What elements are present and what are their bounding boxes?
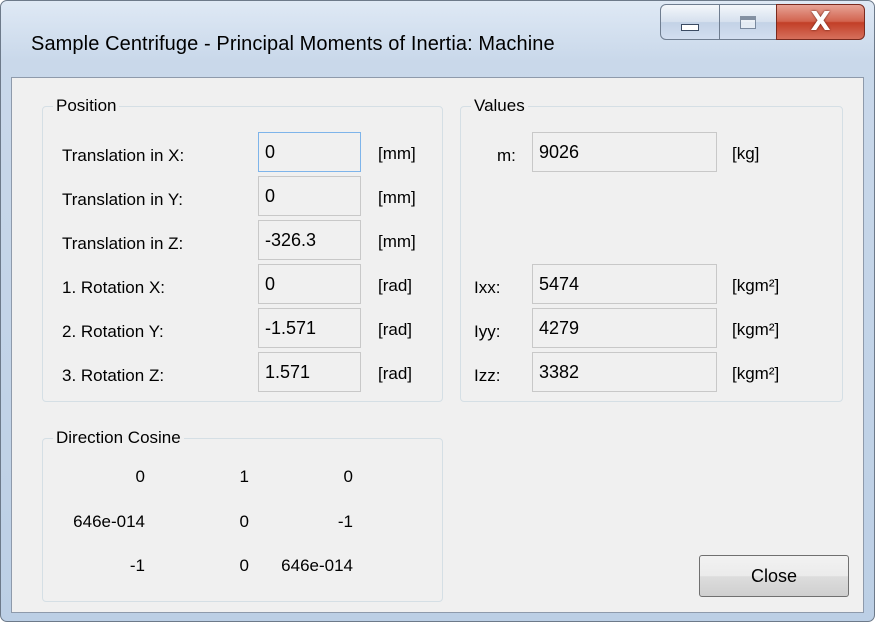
rotation-x-label: 1. Rotation X: [62,278,166,297]
position-group-label: Position [53,96,120,116]
cosine-r3c2: 0 [239,556,249,575]
maximize-button [719,4,777,40]
mass-label: m: [497,146,516,165]
title-bar[interactable]: Sample Centrifuge - Principal Moments of… [1,1,874,77]
iyy-field[interactable]: 4279 [532,308,717,348]
rotation-x-field[interactable]: 0 [258,264,361,304]
cosine-r2c1: 646e-014 [73,512,145,531]
ixx-unit: [kgm²] [732,276,780,295]
close-button[interactable]: Close [699,555,849,597]
translation-z-label: Translation in Z: [62,234,184,253]
rotation-y-label: 2. Rotation Y: [62,322,164,341]
cosine-r2c3: -1 [337,512,353,531]
translation-z-unit: [mm] [378,232,416,251]
window-title: Sample Centrifuge - Principal Moments of… [31,33,555,55]
values-group-label: Values [471,96,528,116]
iyy-unit: [kgm²] [732,320,780,339]
translation-z-field[interactable]: -326.3 [258,220,361,260]
translation-y-field[interactable]: 0 [258,176,361,216]
ixx-field[interactable]: 5474 [532,264,717,304]
translation-y-unit: [mm] [378,188,416,207]
rotation-z-field[interactable]: 1.571 [258,352,361,392]
cosine-r3c3: 646e-014 [281,556,353,575]
cosine-r1c2: 1 [239,467,249,486]
cosine-r1c3: 0 [343,467,353,486]
minimize-button[interactable] [660,4,720,40]
direction-cosine-group: Direction Cosine 0 1 0 646e-014 0 -1 -1 … [42,428,443,602]
position-group: Position Translation in X: 0 [mm] Transl… [42,96,443,402]
rotation-z-label: 3. Rotation Z: [62,366,165,385]
mass-field[interactable]: 9026 [532,132,717,172]
translation-x-unit: [mm] [378,144,416,163]
rotation-y-unit: [rad] [378,320,413,339]
rotation-z-unit: [rad] [378,364,413,383]
ixx-label: Ixx: [474,278,501,297]
cosine-r3c1: -1 [129,556,145,575]
cosine-r2c2: 0 [239,512,249,531]
maximize-icon [740,15,756,29]
dialog-client-area: Position Translation in X: 0 [mm] Transl… [11,77,864,613]
minimize-icon [681,23,699,31]
rotation-y-field[interactable]: -1.571 [258,308,361,348]
iyy-label: Iyy: [474,322,501,341]
close-icon: X [810,7,831,37]
izz-label: Izz: [474,366,501,385]
window-close-button[interactable]: X [776,4,865,40]
rotation-x-unit: [rad] [378,276,413,295]
translation-x-label: Translation in X: [62,146,185,165]
dialog-window: Sample Centrifuge - Principal Moments of… [0,0,875,622]
translation-y-label: Translation in Y: [62,190,183,209]
izz-field[interactable]: 3382 [532,352,717,392]
cosine-r1c1: 0 [135,467,145,486]
values-group: Values m: 9026 [kg] Ixx: 5474 [kgm²] Iyy… [460,96,843,402]
izz-unit: [kgm²] [732,364,780,383]
direction-cosine-group-label: Direction Cosine [53,428,184,448]
mass-unit: [kg] [732,144,760,163]
translation-x-field[interactable]: 0 [258,132,361,172]
